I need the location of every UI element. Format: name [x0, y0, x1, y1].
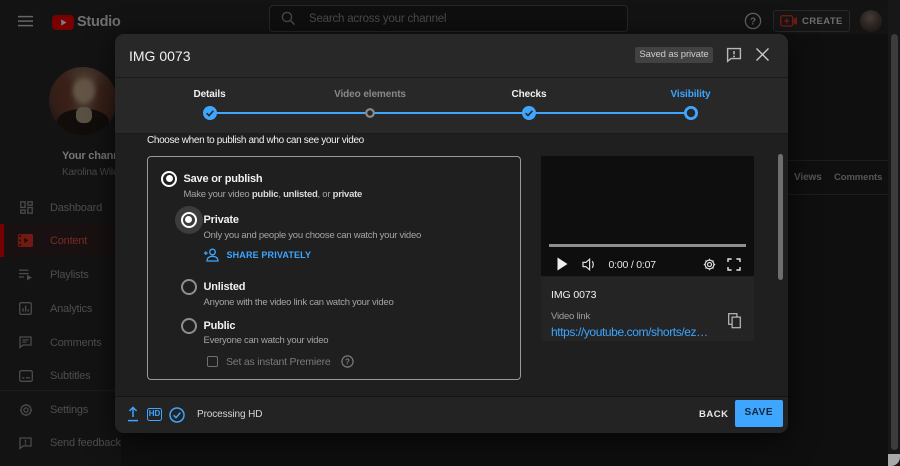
- svg-text:?: ?: [345, 357, 350, 366]
